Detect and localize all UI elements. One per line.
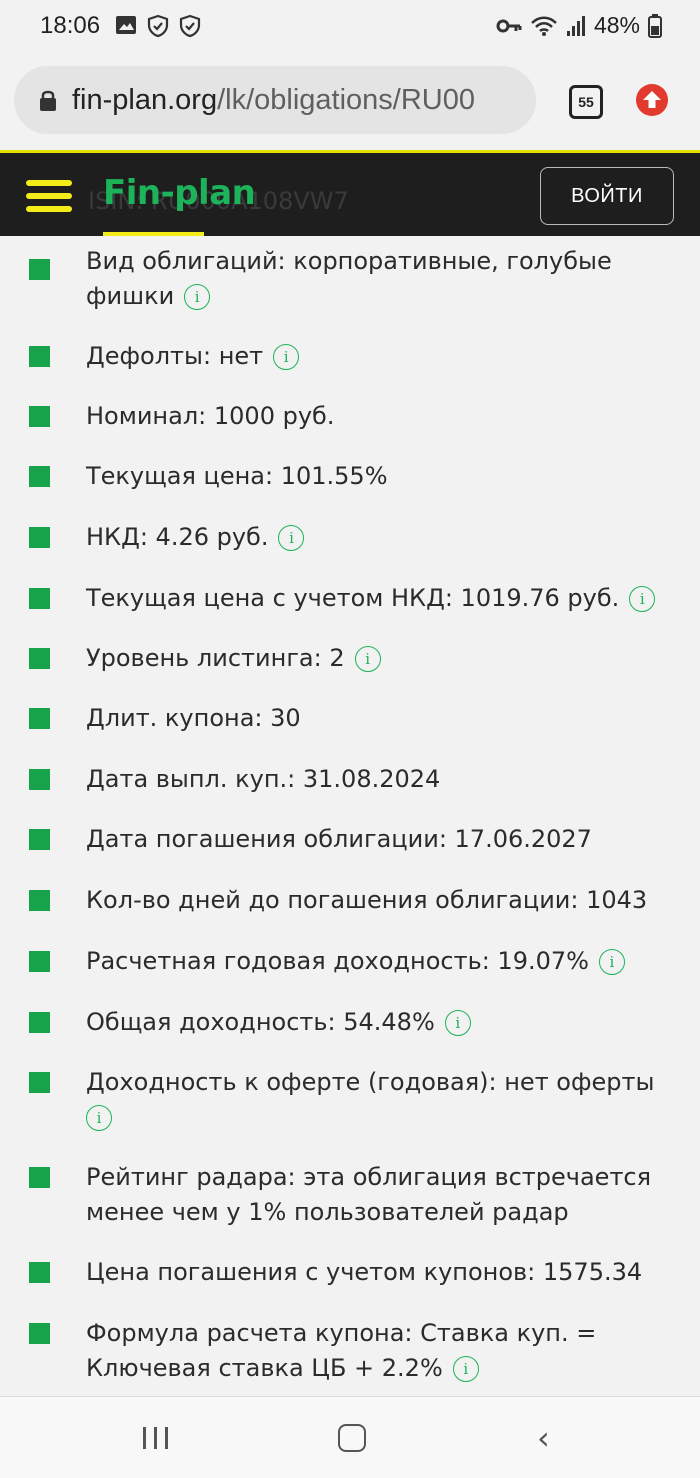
list-item-text: Дата выпл. куп.: 31.08.2024 — [86, 765, 441, 793]
status-notification-icons — [115, 14, 201, 38]
login-button[interactable]: ВОЙТИ — [540, 167, 674, 225]
bullet-icon — [29, 1262, 50, 1283]
bullet-icon — [29, 648, 50, 669]
arrow-up-icon — [643, 91, 661, 108]
bond-info-list: Вид облигаций: корпоративные, голубые фи… — [0, 236, 700, 1396]
bullet-icon — [29, 406, 50, 427]
list-item-text: Общая доходность: 54.48% i — [86, 1005, 676, 1040]
list-item-text: Рейтинг радара: эта облигация встречаетс… — [86, 1163, 652, 1226]
info-icon[interactable]: i — [629, 586, 656, 612]
site-header: ISIN: RU000A108VW7 Fin-plan ВОЙТИ — [0, 150, 700, 236]
bullet-icon — [29, 769, 50, 790]
bullet-icon — [29, 951, 50, 972]
shield-check-icon — [179, 14, 201, 38]
info-icon[interactable]: i — [273, 344, 300, 370]
list-item-text: Цена погашения с учетом купонов: 1575.34 — [86, 1258, 643, 1286]
status-time: 18:06 — [40, 12, 101, 39]
info-icon[interactable]: i — [184, 284, 211, 310]
lock-icon — [40, 90, 56, 111]
list-item-text: Вид облигаций: корпоративные, голубые фи… — [86, 247, 612, 310]
bullet-icon — [29, 259, 50, 280]
bullet-icon — [29, 346, 50, 367]
recent-apps-icon[interactable] — [143, 1427, 169, 1449]
list-item-text: Текущая цена: 101.55% — [86, 462, 388, 490]
info-icon[interactable]: i — [278, 525, 305, 551]
list-item-text: Текущая цена с учетом НКД: 1019.76 руб. i — [86, 581, 676, 616]
bullet-icon — [29, 527, 50, 548]
bullet-icon — [29, 466, 50, 487]
info-icon[interactable]: i — [444, 1010, 471, 1036]
status-system-icons: 48% — [496, 12, 662, 39]
battery-percent: 48% — [593, 12, 640, 38]
list-item-text: Дефолты: нет i — [86, 339, 676, 374]
wifi-icon — [531, 16, 557, 36]
update-button[interactable] — [636, 84, 668, 116]
site-logo[interactable]: Fin-plan — [103, 173, 256, 213]
battery-icon — [648, 13, 662, 38]
hamburger-menu-icon[interactable] — [26, 180, 72, 214]
list-item-text: Доходность к оферте (годовая): нет оферт… — [86, 1065, 676, 1135]
list-item-text: Уровень листинга: 2i — [86, 641, 676, 676]
bullet-icon — [29, 1012, 50, 1033]
browser-toolbar: fin-plan.org/lk/obligations/RU00 55 — [0, 56, 700, 150]
key-icon — [496, 19, 522, 32]
signal-icon — [566, 15, 585, 36]
image-icon — [116, 16, 136, 34]
bullet-icon — [29, 1167, 50, 1188]
info-icon[interactable]: i — [598, 949, 625, 975]
info-icon[interactable]: i — [86, 1105, 112, 1131]
bullet-icon — [29, 708, 50, 729]
back-icon[interactable]: ‹ — [537, 1422, 550, 1454]
list-item-text: Формула расчета купона: Ставка куп. = Кл… — [86, 1319, 597, 1382]
info-icon[interactable]: i — [452, 1356, 479, 1382]
list-item-text: Номинал: 1000 руб. — [86, 402, 335, 430]
url-text[interactable]: fin-plan.org/lk/obligations/RU00 — [72, 84, 475, 117]
home-icon[interactable] — [338, 1424, 366, 1452]
bullet-icon — [29, 588, 50, 609]
list-item-text: Кол-во дней до погашения облигации: 1043 — [86, 886, 648, 914]
url-host: fin-plan.org — [72, 83, 218, 116]
address-bar[interactable]: fin-plan.org/lk/obligations/RU00 — [14, 66, 536, 134]
bullet-icon — [29, 1323, 50, 1344]
shield-check-icon — [147, 14, 169, 38]
list-item-text: Дата погашения облигации: 17.06.2027 — [86, 825, 592, 853]
tab-switcher-button[interactable]: 55 — [569, 85, 603, 119]
list-item-text: НКД: 4.26 руб. i — [86, 520, 676, 555]
list-item-text: Длит. купона: 30 — [86, 704, 301, 732]
bullet-icon — [29, 1072, 50, 1093]
bullet-icon — [29, 890, 50, 911]
url-path: /lk/obligations/RU00 — [217, 83, 476, 116]
bullet-icon — [29, 829, 50, 850]
list-item-text: Расчетная годовая доходность: 19.07% i — [86, 944, 676, 979]
info-icon[interactable]: i — [354, 646, 381, 672]
system-nav-bar: ‹ — [0, 1396, 700, 1478]
status-bar: 18:06 48% — [0, 0, 700, 56]
